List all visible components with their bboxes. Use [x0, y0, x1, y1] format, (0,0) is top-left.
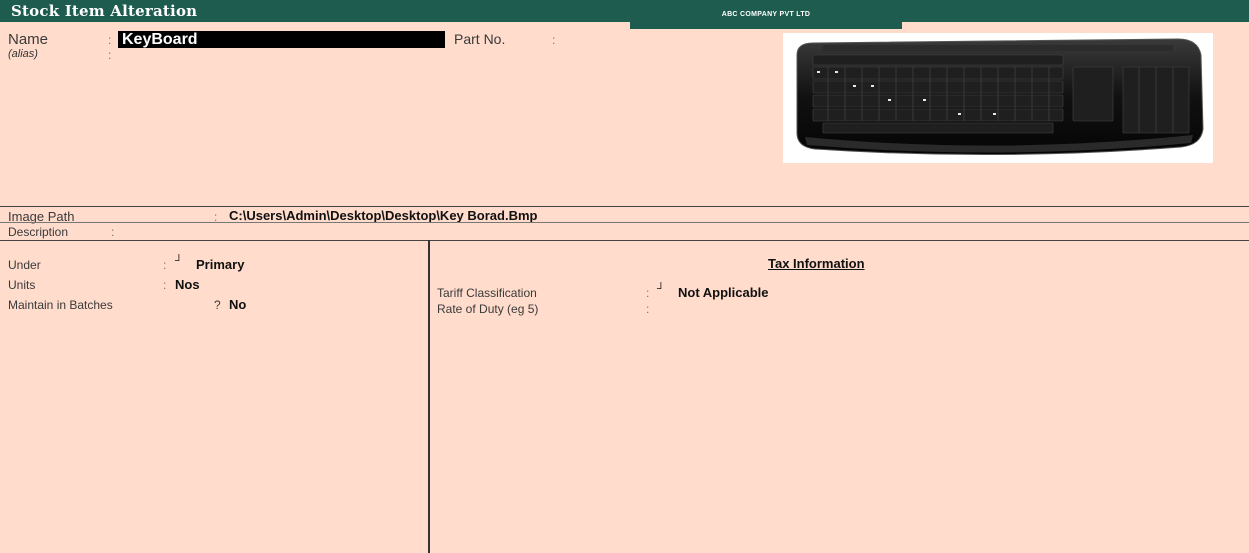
- divider-top: [0, 206, 1249, 207]
- description-colon: :: [111, 225, 115, 239]
- tax-information-heading: Tax Information: [768, 256, 865, 271]
- part-no-colon: :: [552, 33, 556, 47]
- divider-description: [0, 240, 1249, 241]
- rate-of-duty-label: Rate of Duty (eg 5): [437, 302, 539, 316]
- keyboard-image-icon: [796, 38, 1204, 156]
- tariff-colon: :: [646, 286, 650, 300]
- alias-input[interactable]: [118, 48, 438, 62]
- part-no-input[interactable]: [560, 31, 760, 48]
- tariff-classification-field[interactable]: Not Applicable: [678, 285, 769, 300]
- maintain-batches-field[interactable]: No: [229, 297, 246, 312]
- under-label: Under: [8, 258, 41, 272]
- screen-title: Stock Item Alteration: [11, 2, 198, 20]
- maintain-batches-label: Maintain in Batches: [8, 298, 113, 312]
- item-image: [783, 33, 1213, 163]
- panel-divider: [428, 240, 430, 553]
- company-name: ABC COMPANY PVT LTD: [630, 0, 902, 29]
- units-colon: :: [163, 278, 167, 292]
- under-colon: :: [163, 258, 167, 272]
- alias-label: (alias): [8, 48, 38, 60]
- rate-of-duty-input[interactable]: [657, 301, 807, 315]
- part-no-label: Part No.: [454, 31, 506, 47]
- under-field[interactable]: Primary: [196, 257, 244, 272]
- units-field[interactable]: Nos: [175, 277, 200, 292]
- batches-marker: ?: [214, 298, 221, 312]
- under-link-icon: ┘: [175, 255, 183, 267]
- name-colon: :: [108, 33, 112, 47]
- description-label: Description: [8, 225, 69, 239]
- alias-colon: :: [108, 48, 112, 62]
- tariff-classification-label: Tariff Classification: [437, 286, 537, 300]
- units-label: Units: [8, 278, 36, 292]
- description-input[interactable]: [120, 224, 1220, 238]
- name-input[interactable]: KeyBoard: [118, 31, 445, 48]
- divider-image-path: [0, 222, 1249, 223]
- name-label: Name: [8, 31, 49, 48]
- rate-of-duty-colon: :: [646, 302, 650, 316]
- tariff-link-icon: ┘: [657, 283, 665, 295]
- title-bar: Stock Item Alteration: [0, 0, 1249, 22]
- image-path-input[interactable]: C:\Users\Admin\Desktop\Desktop\Key Borad…: [229, 208, 537, 223]
